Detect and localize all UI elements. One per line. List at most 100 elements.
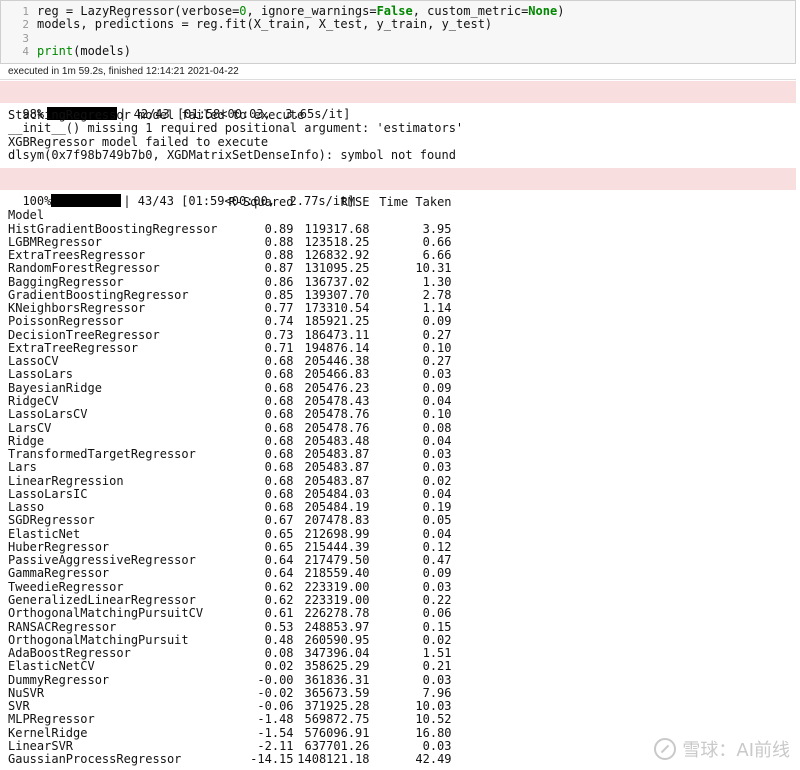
table-row: DecisionTreeRegressor 0.73 186473.11 0.27 xyxy=(8,327,452,342)
rmse-cell: 194876.14 xyxy=(304,340,370,355)
time-taken-cell: 0.04 xyxy=(422,393,452,408)
execution-info: executed in 1m 59.2s, finished 12:14:21 … xyxy=(8,66,239,77)
model-name-cell: Lars xyxy=(8,460,37,475)
rmse-cell: 205483.48 xyxy=(304,433,370,448)
time-taken-cell: 0.03 xyxy=(422,738,452,753)
r-squared-cell: 0.62 xyxy=(264,592,294,607)
rmse-cell: 185921.25 xyxy=(304,314,370,329)
time-taken-cell: 3.95 xyxy=(422,221,452,236)
rmse-cell: 215444.39 xyxy=(304,539,370,554)
model-name-cell: GammaRegressor xyxy=(8,566,110,581)
rmse-cell: 186473.11 xyxy=(304,327,370,342)
rmse-cell: 223319.00 xyxy=(304,579,370,594)
table-row: ElasticNet 0.65 212698.99 0.04 xyxy=(8,526,452,541)
rmse-cell: 218559.40 xyxy=(304,566,370,581)
model-name-cell: GaussianProcessRegressor xyxy=(8,752,182,767)
rmse-cell: 205478.76 xyxy=(304,420,370,435)
table-header-row: R-Squared RMSE Time Taken xyxy=(8,195,451,209)
column-header-r-squared: R-Squared xyxy=(228,195,294,209)
r-squared-cell: -2.11 xyxy=(257,738,294,753)
time-taken-cell: 10.31 xyxy=(415,261,452,276)
column-header-rmse: RMSE xyxy=(340,195,370,209)
time-taken-cell: 0.27 xyxy=(422,354,452,369)
rmse-cell: 347396.04 xyxy=(304,646,370,661)
table-row: AdaBoostRegressor 0.08 347396.04 1.51 xyxy=(8,646,452,661)
rmse-cell: 119317.68 xyxy=(304,221,370,236)
table-row: Lasso 0.68 205484.19 0.19 xyxy=(8,500,452,515)
rmse-cell: 205483.87 xyxy=(304,473,370,488)
r-squared-cell: 0.64 xyxy=(264,566,294,581)
r-squared-cell: -0.00 xyxy=(257,672,294,687)
code-line-1: reg = LazyRegressor(verbose=0, ignore_wa… xyxy=(37,4,565,18)
rmse-cell: 371925.28 xyxy=(304,699,370,714)
model-name-cell: LassoLarsCV xyxy=(8,407,88,422)
r-squared-cell: 0.73 xyxy=(264,327,294,342)
time-taken-cell: 2.78 xyxy=(422,287,452,302)
model-name-cell: PoissonRegressor xyxy=(8,314,124,329)
time-taken-cell: 10.03 xyxy=(415,699,452,714)
index-header-row: Model xyxy=(8,208,452,223)
r-squared-cell: 0.89 xyxy=(264,221,294,236)
time-taken-cell: 0.04 xyxy=(422,486,452,501)
time-taken-cell: 0.03 xyxy=(422,460,452,475)
time-taken-cell: 0.15 xyxy=(422,619,452,634)
rmse-cell: 361836.31 xyxy=(304,672,370,687)
model-name-cell: ElasticNet xyxy=(8,526,81,541)
time-taken-cell: 7.96 xyxy=(422,685,452,700)
time-taken-cell: 0.02 xyxy=(422,632,452,647)
code-line-4: print(models) xyxy=(37,43,131,58)
table-row: DummyRegressor -0.00 361836.31 0.03 xyxy=(8,672,452,687)
rmse-cell: 226278.78 xyxy=(304,606,370,621)
table-row: TweedieRegressor 0.62 223319.00 0.03 xyxy=(8,579,452,594)
rmse-cell: 205483.87 xyxy=(304,460,370,475)
table-row: LarsCV 0.68 205478.76 0.08 xyxy=(8,420,452,435)
time-taken-cell: 1.14 xyxy=(422,301,452,316)
r-squared-cell: 0.68 xyxy=(264,447,294,462)
rmse-cell: 248853.97 xyxy=(304,619,370,634)
time-taken-cell: 0.02 xyxy=(422,473,452,488)
r-squared-cell: 0.68 xyxy=(264,460,294,475)
rmse-cell: 131095.25 xyxy=(304,261,370,276)
rmse-cell: 205484.19 xyxy=(304,500,370,515)
r-squared-cell: 0.67 xyxy=(264,513,294,528)
table-row: GaussianProcessRegressor -14.15 1408121.18… xyxy=(8,752,452,767)
code-editor[interactable]: reg = LazyRegressor(verbose=0, ignore_wa… xyxy=(37,4,565,58)
r-squared-cell: 0.88 xyxy=(264,248,294,263)
r-squared-cell: 0.68 xyxy=(264,420,294,435)
model-name-cell: ExtraTreesRegressor xyxy=(8,248,146,263)
rmse-cell: 365673.59 xyxy=(304,685,370,700)
rmse-cell: 126832.92 xyxy=(304,248,370,263)
r-squared-cell: 0.71 xyxy=(264,340,294,355)
table-row: LassoCV 0.68 205446.38 0.27 xyxy=(8,354,452,369)
index-name: Model xyxy=(8,208,45,223)
table-row: RANSACRegressor 0.53 248853.97 0.15 xyxy=(8,619,452,634)
model-name-cell: DummyRegressor xyxy=(8,672,110,687)
model-name-cell: GeneralizedLinearRegressor xyxy=(8,592,196,607)
rmse-cell: 123518.25 xyxy=(304,234,370,249)
stderr-line: __init__() missing 1 required positional… xyxy=(8,121,464,136)
line-numbers: 1 2 3 4 xyxy=(22,5,29,58)
model-name-cell: RidgeCV xyxy=(8,393,59,408)
time-taken-cell: 0.09 xyxy=(422,566,452,581)
r-squared-cell: 0.61 xyxy=(264,606,294,621)
stderr-line: StackingRegressor model failed to execut… xyxy=(8,108,305,122)
time-taken-cell: 0.10 xyxy=(422,340,452,355)
code-cell[interactable]: 1 2 3 4 reg = LazyRegressor(verbose=0, i… xyxy=(0,0,796,64)
model-name-cell: TweedieRegressor xyxy=(8,579,124,594)
model-name-cell: ExtraTreeRegressor xyxy=(8,340,139,355)
progress-bar-2: 100% | 43/43 [01:59<00:00, 2.77s/it] xyxy=(0,168,796,208)
time-taken-cell: 0.03 xyxy=(422,367,452,382)
rmse-cell: 217479.50 xyxy=(304,553,370,568)
r-squared-cell: -1.48 xyxy=(257,712,294,727)
rmse-cell: 205476.23 xyxy=(304,380,370,395)
r-squared-cell: 0.88 xyxy=(264,234,294,249)
model-name-cell: LassoCV xyxy=(8,354,59,369)
table-row: PoissonRegressor 0.74 185921.25 0.09 xyxy=(8,314,452,329)
time-taken-cell: 0.21 xyxy=(422,659,452,674)
model-name-cell: MLPRegressor xyxy=(8,712,95,727)
r-squared-cell: 0.65 xyxy=(264,526,294,541)
time-taken-cell: 0.05 xyxy=(422,513,452,528)
model-name-cell: NuSVR xyxy=(8,685,45,700)
model-name-cell: SGDRegressor xyxy=(8,513,95,528)
model-name-cell: AdaBoostRegressor xyxy=(8,646,131,661)
